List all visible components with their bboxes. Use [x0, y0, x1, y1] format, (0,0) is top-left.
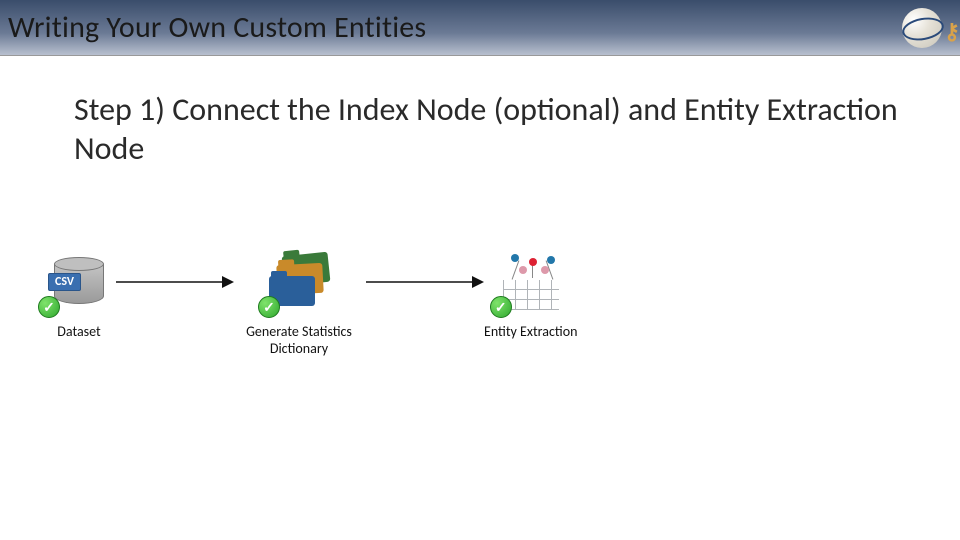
- node-label: Dataset: [57, 324, 100, 341]
- step-heading: Step 1) Connect the Index Node (optional…: [0, 56, 960, 168]
- csv-database-icon: CSV ✓: [44, 250, 114, 314]
- checkmark-icon: ✓: [38, 296, 60, 318]
- network-graph-icon: ✓: [496, 250, 566, 314]
- slide: Writing Your Own Custom Entities ⚷ Step …: [0, 0, 960, 540]
- checkmark-icon: ✓: [490, 296, 512, 318]
- product-logo: ⚷: [902, 8, 942, 48]
- csv-badge: CSV: [48, 273, 81, 291]
- node-label: Generate Statistics Dictionary: [234, 324, 364, 358]
- globe-icon: ⚷: [902, 8, 942, 48]
- arrow-icon: [114, 250, 234, 314]
- header-bar: Writing Your Own Custom Entities ⚷: [0, 0, 960, 56]
- arrow-icon: [364, 250, 484, 314]
- folders-icon: ✓: [264, 250, 334, 314]
- key-icon: ⚷: [944, 18, 960, 45]
- workflow-diagram: CSV ✓ Dataset ✓ Generate Statistics D: [44, 250, 744, 420]
- node-generate-statistics: ✓ Generate Statistics Dictionary: [234, 250, 364, 358]
- page-title: Writing Your Own Custom Entities: [8, 9, 426, 46]
- node-entity-extraction: ✓ Entity Extraction: [484, 250, 577, 341]
- checkmark-icon: ✓: [258, 296, 280, 318]
- node-label: Entity Extraction: [484, 324, 577, 341]
- node-dataset: CSV ✓ Dataset: [44, 250, 114, 341]
